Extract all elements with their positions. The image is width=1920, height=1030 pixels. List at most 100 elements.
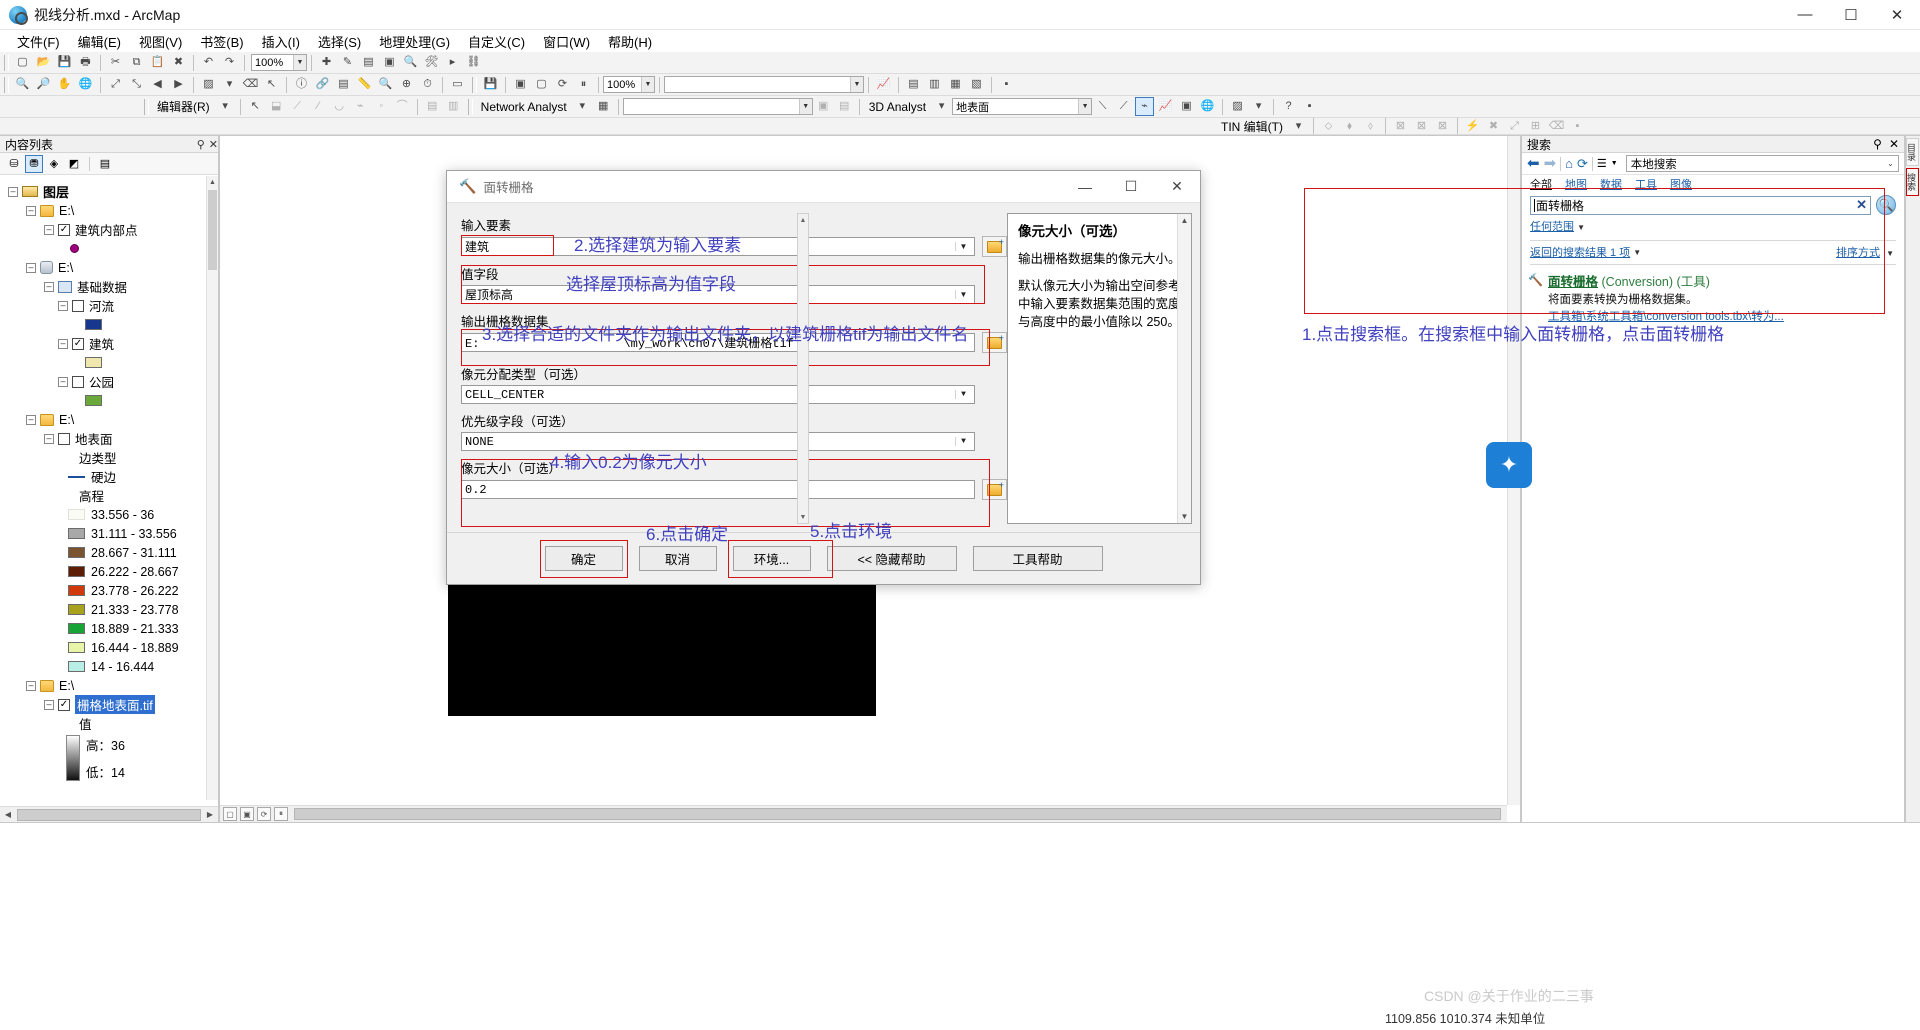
toc-layer-building-points[interactable]: – ✓ 建筑内部点 xyxy=(6,220,206,239)
scroll-left-icon[interactable]: ◀ xyxy=(0,807,16,822)
dialog-maximize-button[interactable]: ☐ xyxy=(1108,171,1154,203)
chevron-down-icon[interactable]: ⌄ xyxy=(1883,159,1898,168)
layer-visibility-checkbox[interactable]: ✓ xyxy=(58,223,70,236)
analyst3d-layer-combo[interactable]: 地表面 ▼ xyxy=(952,98,1093,115)
3d-scene-icon[interactable]: ▣ xyxy=(1177,97,1196,116)
toolbar-grip[interactable] xyxy=(144,98,149,115)
python-icon[interactable]: ▸ xyxy=(443,53,462,72)
toc-layer-park[interactable]: – 公园 xyxy=(6,372,206,391)
help-pointer-icon[interactable]: ? xyxy=(1279,97,1298,116)
tin-delete-icon[interactable]: ✖ xyxy=(1484,117,1503,136)
scroll-down-icon[interactable]: ▼ xyxy=(798,511,808,523)
network-layer-icon[interactable]: ▦ xyxy=(594,97,613,116)
hyperlink-icon[interactable]: 🔗 xyxy=(313,75,332,94)
catalog-window-icon[interactable]: ▣ xyxy=(380,53,399,72)
tin-clear-icon[interactable]: ⌫ xyxy=(1547,117,1566,136)
list-by-source-icon[interactable]: ⛁ xyxy=(5,155,23,173)
menu-customize[interactable]: 自定义(C) xyxy=(459,30,534,53)
create-viewer-icon[interactable]: ▭ xyxy=(448,75,467,94)
chevron-down-icon[interactable]: ▾ xyxy=(1289,117,1308,136)
toc-vertical-scrollbar[interactable]: ▲ xyxy=(206,176,218,800)
select-features-icon[interactable]: ▨ xyxy=(199,75,218,94)
tin-more-icon[interactable]: ▪ xyxy=(1568,117,1587,136)
tin-add-point-icon[interactable]: ⬦ xyxy=(1319,117,1338,136)
tin-move-icon[interactable]: ⤢ xyxy=(1505,117,1524,136)
data-view-button[interactable]: ▢ xyxy=(223,807,237,821)
refresh-view-icon[interactable]: ⟳ xyxy=(553,75,572,94)
tin-node-icon[interactable]: ⊠ xyxy=(1391,117,1410,136)
pin-icon[interactable]: ⚲ xyxy=(1873,137,1882,151)
layer-properties-icon[interactable]: ▥ xyxy=(925,75,944,94)
list-by-selection-icon[interactable]: ◩ xyxy=(65,155,83,173)
scroll-down-icon[interactable]: ▼ xyxy=(1178,510,1191,523)
delete-icon[interactable]: ✖ xyxy=(169,53,188,72)
refresh-view-button[interactable]: ⟳ xyxy=(257,807,271,821)
collapse-icon[interactable]: – xyxy=(58,376,68,387)
map-scale-combo[interactable]: 100% ▼ xyxy=(251,54,307,71)
chevron-down-icon[interactable]: ▾ xyxy=(573,97,592,116)
toolbox-icon[interactable]: 🛠 xyxy=(422,53,441,72)
dialog-close-button[interactable]: ✕ xyxy=(1154,171,1200,203)
chevron-down-icon[interactable]: ▼ xyxy=(293,55,306,70)
scroll-thumb[interactable] xyxy=(208,190,217,270)
add-data-icon[interactable]: ✚ xyxy=(317,53,336,72)
search-scope-combo[interactable]: 本地搜索 ⌄ xyxy=(1625,155,1899,172)
collapse-icon[interactable]: – xyxy=(26,680,36,691)
save-edits-icon[interactable]: 💾 xyxy=(481,75,500,94)
toc-horizontal-scrollbar[interactable]: ◀ ▶ xyxy=(0,806,218,822)
new-map-icon[interactable]: ▢ xyxy=(13,53,32,72)
menu-geoprocessing[interactable]: 地理处理(G) xyxy=(370,30,459,53)
toc-layer-raster-surface[interactable]: – ✓ 栅格地表面.tif xyxy=(6,695,206,714)
scroll-up-icon[interactable]: ▲ xyxy=(207,176,218,188)
scroll-right-icon[interactable]: ▶ xyxy=(202,807,218,822)
find-icon[interactable]: 🔍 xyxy=(376,75,395,94)
select-elements-icon[interactable]: ↖ xyxy=(262,75,281,94)
symbology-icon[interactable]: ▦ xyxy=(946,75,965,94)
tin-edge-icon[interactable]: ⊠ xyxy=(1412,117,1431,136)
identify-icon[interactable]: ⓘ xyxy=(292,75,311,94)
list-by-drawing-order-icon[interactable]: ⛃ xyxy=(25,154,43,173)
chevron-down-icon[interactable]: ▾ xyxy=(932,97,951,116)
pause-drawing-button[interactable]: ⏸ xyxy=(274,807,288,821)
go-to-xy-icon[interactable]: ⊕ xyxy=(397,75,416,94)
collapse-icon[interactable]: – xyxy=(58,338,68,349)
graph-icon[interactable]: 📈 xyxy=(874,75,893,94)
edit-vertices-icon[interactable]: ⬓ xyxy=(267,97,286,116)
copy-icon[interactable]: ⧉ xyxy=(127,53,146,72)
tin-flip-icon[interactable]: ⚡ xyxy=(1463,117,1482,136)
menu-bookmarks[interactable]: 书签(B) xyxy=(191,30,252,53)
line-of-sight-icon[interactable]: ⌁ xyxy=(1135,97,1155,116)
previous-extent-icon[interactable]: ◀ xyxy=(148,75,167,94)
toolbar-grip[interactable] xyxy=(467,98,473,115)
cell-assignment-field[interactable]: CELL_CENTER ▼ xyxy=(461,385,975,404)
chevron-down-icon[interactable]: ▼ xyxy=(955,437,971,446)
list-icon[interactable]: ☰ xyxy=(1597,157,1607,170)
dock-tab-search[interactable]: 搜索 xyxy=(1906,168,1919,196)
layout-view-button[interactable]: ▣ xyxy=(240,807,254,821)
zoom-out-icon[interactable]: 🔎 xyxy=(34,75,53,94)
edit-attributes-icon[interactable]: ▤ xyxy=(423,97,442,116)
search-window-icon[interactable]: 🔍 xyxy=(401,53,420,72)
tool-help-button[interactable]: 工具帮助 xyxy=(972,546,1103,571)
paste-icon[interactable]: 📋 xyxy=(148,53,167,72)
dialog-parameters-scrollbar[interactable]: ▲ ▼ xyxy=(797,213,809,524)
menu-edit[interactable]: 编辑(E) xyxy=(69,30,130,53)
undo-icon[interactable]: ↶ xyxy=(199,53,218,72)
measure-icon[interactable]: 📏 xyxy=(355,75,374,94)
extra-icon[interactable]: ▪ xyxy=(1300,97,1319,116)
toolbar-grip[interactable] xyxy=(4,76,9,93)
edit-trace-icon[interactable]: ⟋ xyxy=(288,97,307,116)
toc-options-icon[interactable]: ▤ xyxy=(96,155,114,173)
network-solve-icon[interactable]: ▣ xyxy=(814,97,833,116)
analyst3d-menu[interactable]: 3D Analyst xyxy=(864,100,931,114)
scroll-thumb[interactable] xyxy=(294,808,1501,820)
close-icon[interactable]: ✕ xyxy=(1889,137,1899,151)
fixed-zoom-in-icon[interactable]: ⤢ xyxy=(106,75,125,94)
edit-sketch-icon[interactable]: ▥ xyxy=(444,97,463,116)
attribute-table-icon[interactable]: ▤ xyxy=(904,75,923,94)
editor-menu[interactable]: 编辑器(R) xyxy=(152,98,215,115)
help-scrollbar[interactable]: ▲ ▼ xyxy=(1177,214,1191,523)
chevron-down-icon[interactable]: ▼ xyxy=(798,99,812,114)
chevron-down-icon[interactable]: ▼ xyxy=(1078,99,1092,114)
menu-help[interactable]: 帮助(H) xyxy=(599,30,661,53)
